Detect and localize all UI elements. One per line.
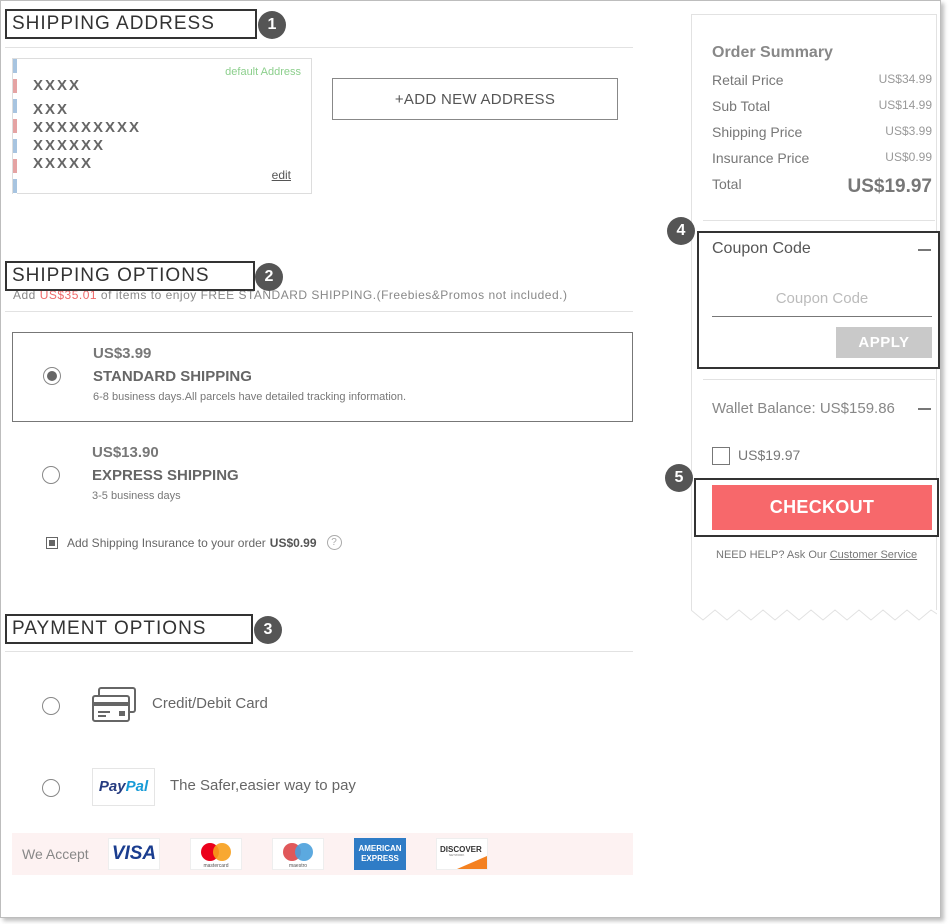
summary-label: Sub Total — [712, 98, 771, 114]
divider — [5, 311, 633, 312]
paypal-logo-pal: Pal — [125, 778, 149, 795]
credit-card-label: Credit/Debit Card — [152, 695, 268, 712]
step-badge-4: 4 — [667, 217, 695, 245]
standard-shipping-radio[interactable] — [43, 367, 61, 385]
collapse-coupon-icon[interactable] — [918, 249, 931, 251]
we-accept-label: We Accept — [22, 846, 89, 862]
customer-service-link[interactable]: Customer Service — [830, 549, 917, 561]
accepted-cards-strip: We Accept VISA mastercard maestro AMERIC… — [12, 833, 633, 875]
paypal-label: The Safer,easier way to pay — [170, 777, 356, 794]
add-new-address-button[interactable]: +ADD NEW ADDRESS — [332, 78, 618, 120]
shipping-name: STANDARD SHIPPING — [93, 368, 252, 385]
checkout-button[interactable]: CHECKOUT — [712, 485, 932, 530]
help-icon[interactable]: ? — [326, 535, 342, 550]
step-badge-5: 5 — [665, 464, 693, 492]
amex-line: EXPRESS — [361, 854, 399, 863]
edit-address-link[interactable]: edit — [272, 168, 291, 182]
step-badge-3: 3 — [254, 616, 282, 644]
collapse-wallet-icon[interactable] — [918, 408, 931, 410]
visa-logo: VISA — [108, 838, 160, 870]
address-line: XXX — [33, 101, 70, 118]
coupon-code-title: Coupon Code — [712, 240, 811, 257]
section-title-shipping-options: SHIPPING OPTIONS — [5, 261, 255, 291]
summary-label: Insurance Price — [712, 150, 810, 166]
mastercard-text: mastercard — [203, 863, 228, 869]
step-badge-2: 2 — [255, 263, 283, 291]
section-title-payment-options: PAYMENT OPTIONS — [5, 614, 253, 644]
insurance-amount: US$0.99 — [269, 535, 317, 550]
order-summary-title: Order Summary — [712, 44, 833, 61]
apply-coupon-button[interactable]: APPLY — [836, 327, 932, 358]
express-shipping-radio[interactable] — [42, 466, 60, 484]
wallet-checkbox[interactable] — [712, 447, 730, 465]
shipping-desc: 3-5 business days — [92, 490, 181, 502]
section-title-shipping-address: SHIPPING ADDRESS — [5, 9, 257, 39]
summary-value: US$34.99 — [878, 72, 932, 86]
amex-line: AMERICAN — [358, 844, 402, 853]
coupon-code-input[interactable] — [712, 281, 932, 317]
summary-value: US$0.99 — [885, 150, 932, 164]
address-card-stripe — [13, 59, 17, 195]
maestro-logo: maestro — [272, 838, 324, 870]
credit-card-radio[interactable] — [42, 697, 60, 715]
amex-logo: AMERICAN EXPRESS — [354, 838, 406, 870]
wallet-balance-label: Wallet Balance: US$159.86 — [712, 400, 895, 417]
address-card[interactable]: default Address XXXX XXX XXXXXXXXX XXXXX… — [12, 58, 312, 195]
divider — [5, 651, 633, 652]
address-line: XXXXXXXXX — [33, 119, 142, 136]
discover-stripe — [457, 856, 487, 869]
summary-label: Retail Price — [712, 72, 784, 88]
need-help-prefix: NEED HELP? Ask Our — [716, 549, 830, 561]
shipping-desc: 6-8 business days.All parcels have detai… — [93, 391, 407, 403]
mastercard-circles: mastercard — [201, 843, 231, 869]
mastercard-logo: mastercard — [190, 838, 242, 870]
credit-card-icon — [92, 687, 136, 722]
summary-value: US$14.99 — [878, 98, 932, 112]
divider — [703, 220, 935, 221]
summary-value: US$3.99 — [885, 124, 932, 138]
discover-logo: DISCOVER NETWORK — [436, 838, 488, 870]
zigzag-edge — [691, 609, 937, 621]
summary-label: Shipping Price — [712, 124, 803, 140]
paypal-radio[interactable] — [42, 779, 60, 797]
divider — [703, 379, 935, 380]
shipping-price: US$13.90 — [92, 444, 159, 461]
total-value: US$19.97 — [847, 176, 932, 197]
divider — [5, 47, 633, 48]
total-label: Total — [712, 176, 742, 192]
insurance-label: Add Shipping Insurance to your order — [67, 535, 266, 550]
address-line: XXXX — [33, 77, 82, 94]
address-line: XXXXXX — [33, 137, 106, 154]
address-line: XXXXX — [33, 155, 94, 172]
default-address-label: default Address — [225, 66, 301, 78]
shipping-insurance-row[interactable]: Add Shipping Insurance to your order US$… — [46, 535, 342, 550]
maestro-circles: maestro — [283, 843, 313, 869]
paypal-logo-pay: Pay — [98, 778, 126, 795]
need-help-text: NEED HELP? Ask Our Customer Service — [716, 549, 917, 561]
paypal-logo: PayPal — [92, 768, 155, 806]
insurance-checkbox[interactable] — [46, 536, 58, 549]
wallet-amount: US$19.97 — [738, 447, 801, 463]
shipping-name: EXPRESS SHIPPING — [92, 467, 239, 484]
maestro-text: maestro — [289, 863, 307, 869]
step-badge-1: 1 — [258, 11, 286, 39]
shipping-price: US$3.99 — [93, 345, 152, 362]
